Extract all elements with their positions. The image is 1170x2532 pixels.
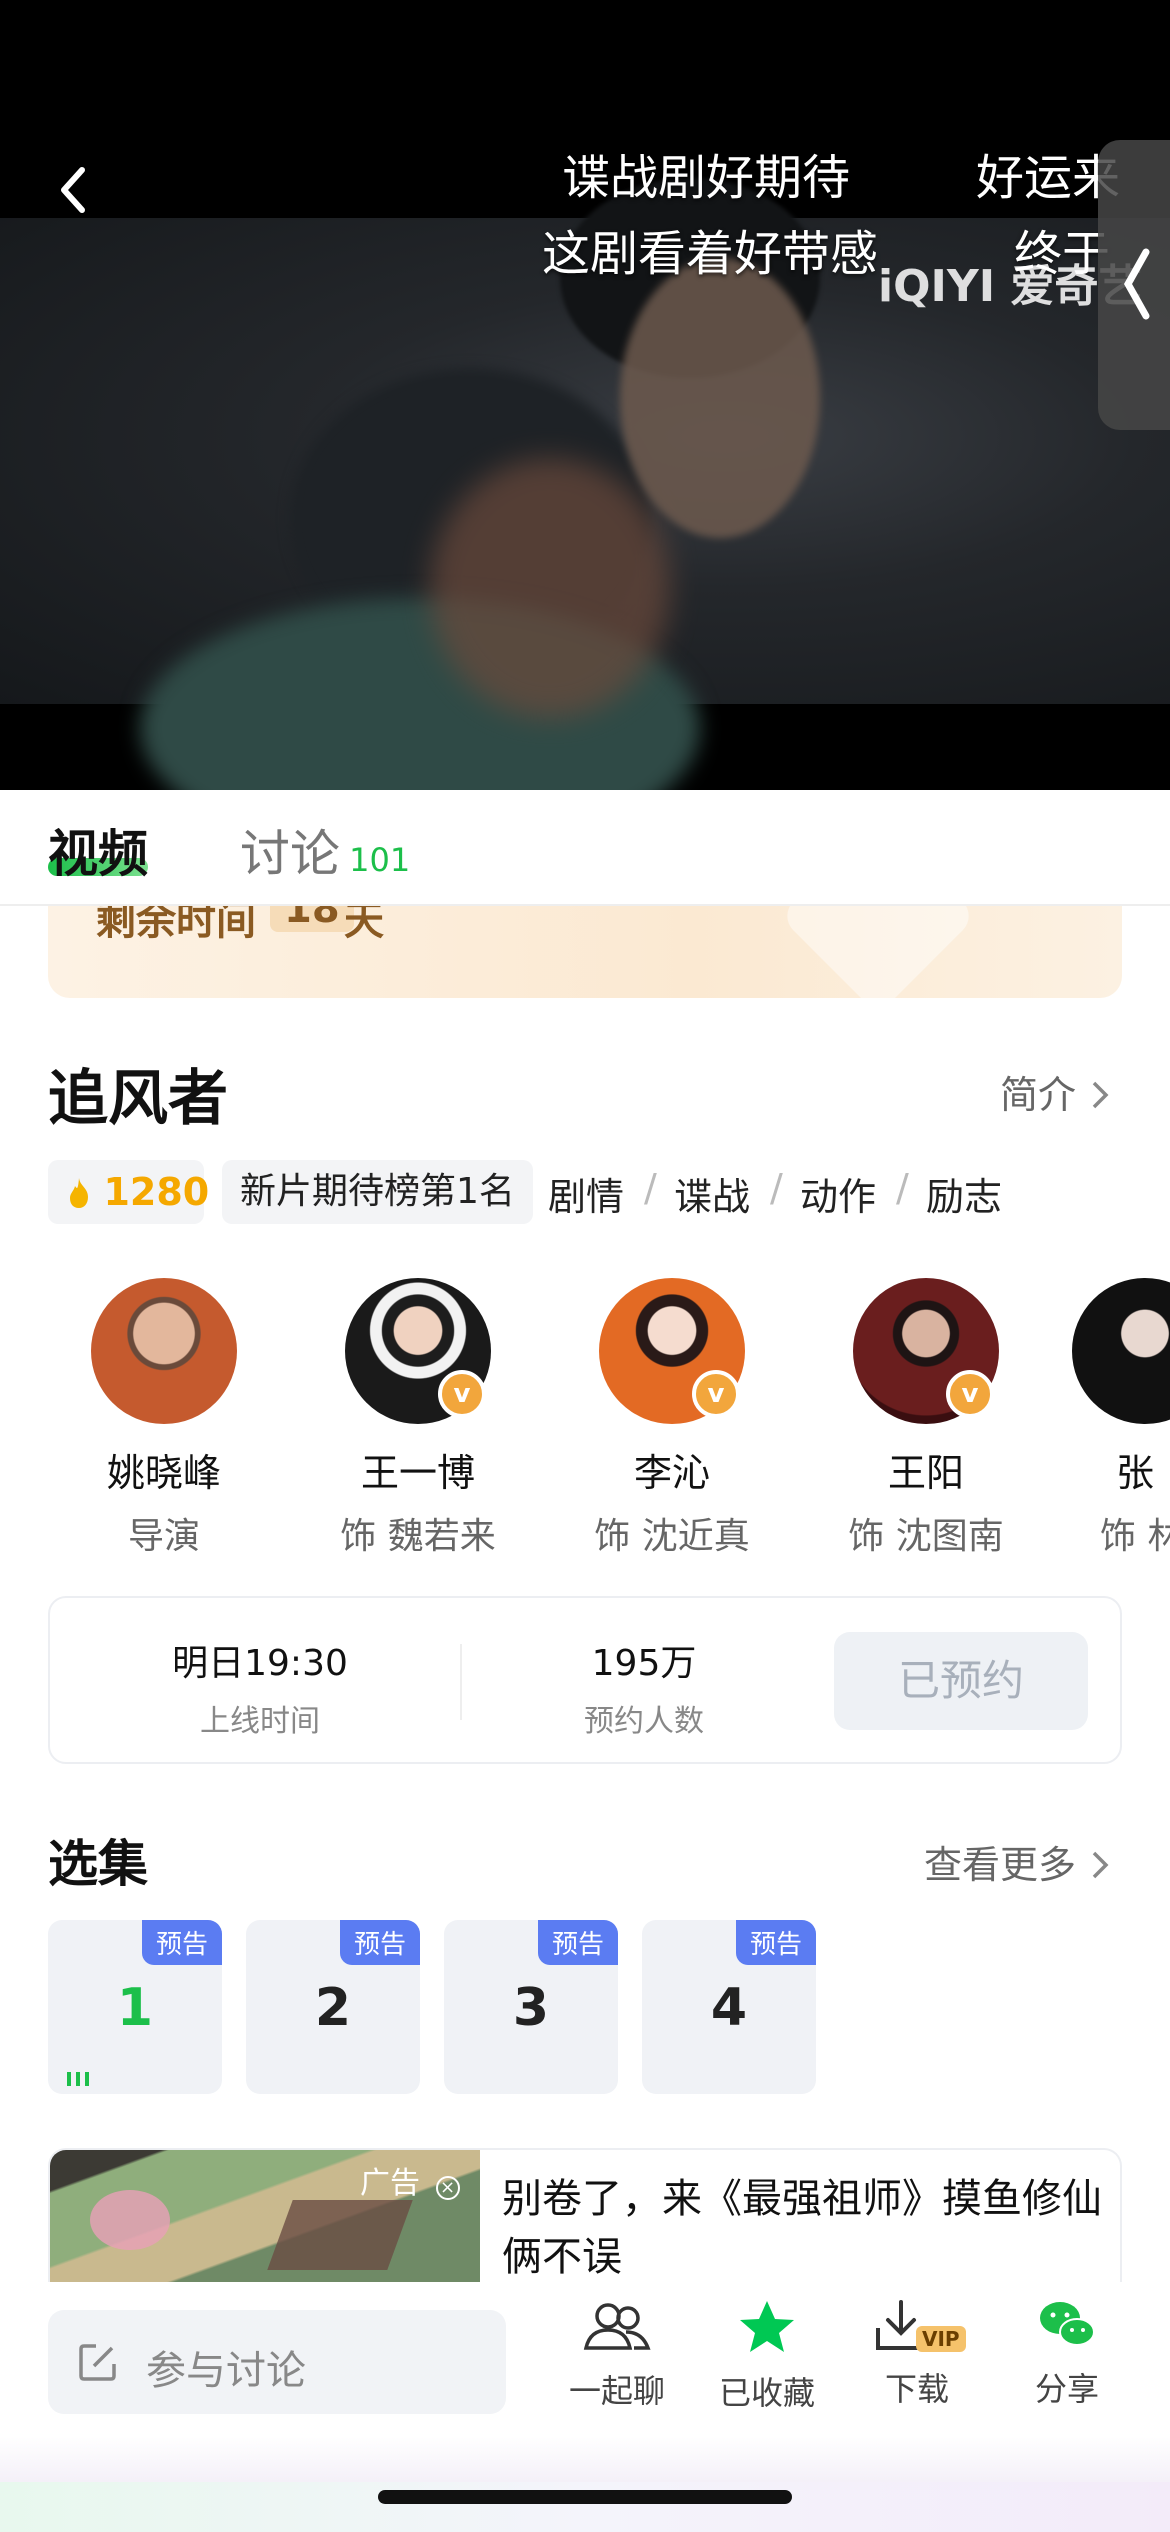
countdown-banner[interactable]: 剩余时间 18 天 [48, 906, 1122, 998]
cast-member[interactable]: v 王阳 饰 沈图南 [806, 1270, 1046, 1559]
episode-number: 3 [512, 1978, 550, 2038]
flame-icon [70, 1178, 88, 1208]
home-indicator [378, 2490, 792, 2504]
trailer-badge: 预告 [735, 1920, 816, 1965]
chevron-right-icon [1092, 1081, 1109, 1109]
ad-card[interactable]: 广告 × 别卷了，来《最强祖师》摸鱼修仙俩不误 [48, 2148, 1122, 2282]
avatar [1072, 1278, 1170, 1424]
cast-role: 导演 [127, 1516, 200, 1557]
cast-name: 姚晓峰 [106, 1451, 221, 1495]
reserve-count-label: 预约人数 [584, 1704, 704, 1739]
verified-icon: v [438, 1370, 486, 1418]
chevron-left-icon [61, 167, 85, 213]
danmu-3: 这剧看着好带感 [542, 226, 879, 282]
trailer-badge: 预告 [339, 1920, 420, 1965]
discuss-count: 101 [349, 841, 411, 879]
chat-together-button[interactable]: 一起聊 [552, 2298, 682, 2412]
heat-value: 1280 [103, 1170, 210, 1214]
tab-discuss[interactable]: 讨论 101 [240, 814, 410, 886]
cast-member[interactable]: v 李沁 饰 沈近真 [552, 1270, 792, 1559]
ad-label-text: 广告 [360, 2166, 420, 2201]
release-time-label: 上线时间 [200, 1704, 320, 1739]
tab-video-label: 视频 [48, 825, 148, 883]
countdown-unit: 天 [344, 906, 384, 944]
cast-member[interactable]: v 王一博 饰 魏若来 [298, 1270, 538, 1559]
ad-label: 广告 × [360, 2158, 460, 2202]
genre-tag-2[interactable]: 谍战 [674, 1166, 750, 1221]
wechat-icon [1040, 2302, 1095, 2346]
verified-icon: v [946, 1370, 994, 1418]
cast-name: 王一博 [360, 1451, 475, 1495]
back-button[interactable] [52, 160, 100, 220]
chat-label: 一起聊 [568, 2372, 665, 2410]
reserve-card: 明日19:30 上线时间 195万 预约人数 已预约 [48, 1596, 1122, 1764]
ad-text: 别卷了，来《最强祖师》摸鱼修仙俩不误 [502, 2176, 1102, 2280]
collected-label: 已收藏 [718, 2374, 815, 2412]
cast-role: 饰 魏若来 [340, 1516, 496, 1557]
episode-item[interactable]: 预告 2 [246, 1920, 420, 2094]
video-player[interactable]: 谍战剧好期待 好运来 这剧看着好带感 终于 iQIYI 爱奇艺 [0, 0, 1170, 790]
danmu-1: 谍战剧好期待 [562, 150, 851, 206]
episodes-more-link[interactable]: 查看更多 [924, 1834, 1111, 1889]
edit-icon [79, 2344, 116, 2381]
discussion-placeholder: 参与讨论 [146, 2348, 306, 2394]
release-time: 明日19:30 [172, 1643, 348, 1684]
trailer-badge: 预告 [537, 1920, 618, 1965]
share-label: 分享 [1034, 2370, 1099, 2408]
cast-member[interactable]: 张 饰 林 [1060, 1270, 1170, 1559]
countdown-days: 18 [270, 906, 354, 932]
divider [460, 1644, 462, 1720]
star-icon [740, 2301, 794, 2352]
episodes-title: 选集 [48, 1835, 148, 1893]
episodes-more-label: 查看更多 [924, 1843, 1077, 1887]
episode-number: 4 [710, 1978, 748, 2038]
banner-decoration [779, 906, 977, 998]
episode-item[interactable]: 预告 3 [444, 1920, 618, 2094]
genre-separator: / [896, 1166, 909, 1210]
reserved-button[interactable]: 已预约 [834, 1632, 1088, 1730]
cast-role: 饰 沈图南 [848, 1516, 1004, 1557]
intro-link-label: 简介 [1000, 1073, 1077, 1117]
genre-tag-1[interactable]: 剧情 [548, 1166, 624, 1221]
share-button[interactable]: 分享 [1002, 2298, 1132, 2410]
genre-tag-4[interactable]: 励志 [926, 1166, 1002, 1221]
cast-name: 李沁 [633, 1451, 710, 1495]
tab-discuss-label: 讨论 [240, 825, 340, 883]
cast-role: 饰 沈近真 [594, 1516, 750, 1557]
episode-number: 2 [314, 1978, 352, 2038]
discussion-input[interactable]: 参与讨论 [48, 2310, 506, 2414]
cast-name: 张 [1116, 1451, 1155, 1495]
download-label: 下载 [884, 2370, 949, 2408]
download-button[interactable]: VIP 下载 [852, 2298, 982, 2410]
avatar [91, 1278, 237, 1424]
cast-name: 王阳 [887, 1451, 964, 1495]
collect-button[interactable]: 已收藏 [702, 2298, 832, 2414]
verified-icon: v [692, 1370, 740, 1418]
side-panel-toggle[interactable] [1098, 140, 1170, 430]
cast-role: 饰 林 [1100, 1516, 1170, 1557]
episode-number: 1 [116, 1978, 154, 2038]
reserve-count: 195万 [591, 1643, 697, 1684]
genre-separator: / [644, 1166, 657, 1210]
vip-badge: VIP [916, 2326, 966, 2352]
group-chat-icon [583, 2303, 651, 2350]
episode-item[interactable]: 预告 1 [48, 1920, 222, 2094]
playing-bars-icon [67, 2072, 89, 2086]
cast-member[interactable]: 姚晓峰 导演 [44, 1270, 284, 1559]
rank-badge[interactable]: 新片期待榜第1名 [222, 1160, 533, 1224]
intro-link[interactable]: 简介 [1000, 1064, 1111, 1119]
tab-video[interactable]: 视频 [48, 814, 148, 886]
close-icon[interactable]: × [435, 2176, 460, 2200]
genre-tag-3[interactable]: 动作 [800, 1166, 876, 1221]
chevron-left-icon [1123, 248, 1150, 320]
trailer-badge: 预告 [141, 1920, 222, 1965]
show-title: 追风者 [48, 1064, 228, 1134]
countdown-label: 剩余时间 [96, 906, 256, 944]
tab-bar: 视频 讨论 101 [0, 790, 1170, 906]
chevron-right-icon [1092, 1851, 1109, 1879]
ad-image: 广告 × [50, 2150, 480, 2282]
genre-separator: / [770, 1166, 783, 1210]
episode-item[interactable]: 预告 4 [642, 1920, 816, 2094]
heat-badge[interactable]: 1280 [48, 1160, 209, 1224]
